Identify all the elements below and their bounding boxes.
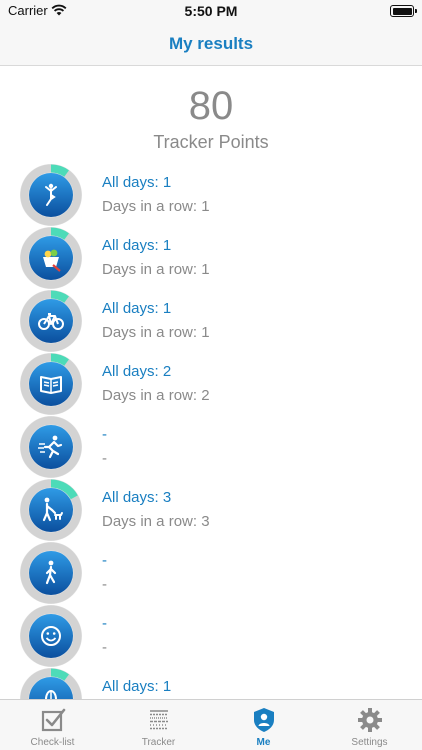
yoga-icon [45, 183, 57, 206]
dog-walking-icon [42, 497, 63, 522]
tracker-points-value: 80 [188, 84, 234, 128]
progress-ring [20, 479, 82, 541]
days-in-row-label: Days in a row: 2 [102, 387, 210, 404]
gear-icon [357, 708, 382, 732]
days-in-row-label: Days in a row: 1 [102, 324, 210, 341]
tracker-row[interactable]: -- [0, 542, 422, 605]
tracker-row[interactable]: -- [0, 416, 422, 479]
running-icon [38, 435, 63, 459]
all-days-label: All days: 1 [102, 300, 172, 317]
checklist-icon [41, 708, 65, 732]
walking-icon [45, 560, 57, 585]
tab-label: Tracker [141, 737, 176, 748]
progress-ring [20, 227, 82, 289]
days-in-row-label: Days in a row: 1 [102, 198, 210, 215]
all-days-label: - [102, 552, 107, 569]
all-days-label: All days: 1 [102, 678, 172, 695]
all-days-label: All days: 1 [102, 237, 172, 254]
tracker-icon [149, 710, 168, 730]
tracker-row[interactable]: All days: 1 Days in a row: 1 [0, 227, 422, 290]
progress-ring [20, 164, 82, 226]
meditation-icon [45, 690, 57, 700]
progress-ring [20, 542, 82, 604]
book-icon [40, 376, 62, 394]
tab-tracker[interactable]: Tracker [106, 700, 211, 750]
progress-ring [20, 668, 82, 700]
tab-label: Me [256, 737, 271, 748]
tracker-row[interactable]: All days: 2 Days in a row: 2 [0, 353, 422, 416]
all-days-label: All days: 2 [102, 363, 172, 380]
all-days-label: - [102, 426, 107, 443]
progress-ring [20, 290, 82, 352]
tab-label: Check-list [30, 737, 75, 748]
all-days-label: All days: 3 [102, 489, 172, 506]
tracker-row[interactable]: -- [0, 605, 422, 668]
all-days-label: - [102, 615, 107, 632]
progress-ring [20, 416, 82, 478]
tracker-row[interactable]: All days: 1 [0, 668, 422, 700]
tab-check-list[interactable]: Check-list [0, 700, 105, 750]
bicycle-icon [38, 313, 64, 330]
tab-me[interactable]: Me [211, 700, 316, 750]
days-in-row-label: - [102, 450, 107, 467]
profile-shield-icon [253, 708, 274, 732]
healthy-food-icon [43, 249, 61, 272]
tracker-points-label: Tracker Points [153, 132, 269, 152]
tracker-row[interactable]: All days: 1 Days in a row: 1 [0, 164, 422, 227]
smile-icon [41, 626, 61, 646]
days-in-row-label: Days in a row: 3 [102, 513, 210, 530]
tab-settings[interactable]: Settings [317, 700, 422, 750]
days-in-row-label: - [102, 639, 107, 656]
tracker-row[interactable]: All days: 1 Days in a row: 1 [0, 290, 422, 353]
progress-ring [20, 353, 82, 415]
days-in-row-label: - [102, 576, 107, 593]
progress-ring [20, 605, 82, 667]
tracker-row[interactable]: All days: 3 Days in a row: 3 [0, 479, 422, 542]
tab-bar: Check-list Tracker Me Settings [0, 699, 422, 750]
results-list[interactable]: 80 Tracker Points All days: 1 Days in a r… [0, 0, 422, 700]
tab-label: Settings [351, 737, 388, 748]
days-in-row-label: Days in a row: 1 [102, 261, 210, 278]
all-days-label: All days: 1 [102, 174, 172, 191]
